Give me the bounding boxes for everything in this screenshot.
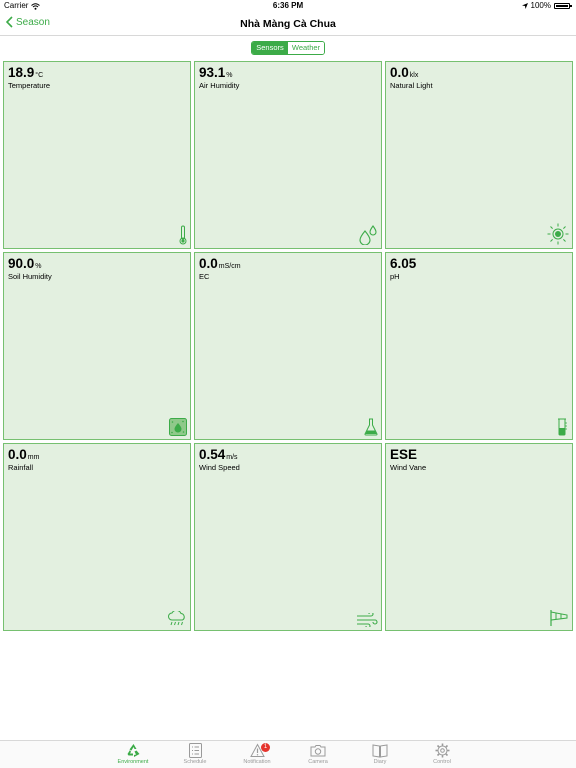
sensor-card-air-humidity[interactable]: 93.1% Air Humidity (194, 61, 382, 249)
tab-environment[interactable]: Environment (108, 743, 158, 765)
tab-label: Schedule (183, 759, 207, 765)
sensor-unit: m/s (226, 454, 238, 461)
thermometer-icon (179, 225, 187, 245)
sensor-card-rainfall[interactable]: 0.0mm Rainfall (3, 443, 191, 631)
tab-control[interactable]: Control (417, 743, 467, 765)
sensor-value: 6.05 (390, 256, 417, 271)
beaker-icon (558, 418, 567, 436)
book-icon (372, 744, 388, 758)
segment-weather[interactable]: Weather (288, 42, 324, 54)
tab-camera[interactable]: Camera (293, 743, 343, 765)
sensor-grid: 18.9°C Temperature 93.1% Air Humidity 0.… (3, 61, 573, 631)
sensor-value: ESE (390, 447, 418, 462)
windsock-icon (550, 610, 568, 626)
sensor-value: 0.54m/s (199, 447, 238, 462)
flask-icon (364, 418, 378, 436)
sensor-label: EC (199, 272, 210, 281)
schedule-list-icon (188, 743, 202, 758)
sensor-unit: °C (35, 72, 44, 79)
sensor-card-soil-humidity[interactable]: 90.0% Soil Humidity (3, 252, 191, 440)
sensor-unit: % (226, 72, 233, 79)
battery-percent: 100% (530, 1, 551, 10)
gear-icon (435, 743, 449, 758)
sensor-unit: mS/cm (218, 263, 241, 270)
page-title: Nhà Màng Cà Chua (240, 18, 336, 30)
notification-badge: 1 (261, 743, 270, 752)
sensor-value: 18.9°C (8, 65, 44, 80)
wind-icon (357, 613, 378, 627)
sensor-label: Wind Vane (390, 463, 427, 472)
sensor-card-natural-light[interactable]: 0.0klx Natural Light (385, 61, 573, 249)
sensor-label: Soil Humidity (8, 272, 52, 281)
sensor-card-ec[interactable]: 0.0mS/cm EC (194, 252, 382, 440)
sensor-value: 0.0mS/cm (199, 256, 241, 271)
status-time: 6:36 PM (272, 1, 304, 10)
sensor-label: Wind Speed (199, 463, 240, 472)
sensor-label: Natural Light (390, 81, 433, 90)
sun-icon (547, 223, 569, 245)
sensor-label: pH (390, 272, 400, 281)
location-arrow-icon (521, 3, 528, 9)
sensor-value: 0.0mm (8, 447, 40, 462)
sensor-value: 90.0% (8, 256, 42, 271)
status-bar: Carrier 6:36 PM 100% (0, 0, 576, 12)
sensor-value: 93.1% (199, 65, 233, 80)
sensor-card-wind-speed[interactable]: 0.54m/s Wind Speed (194, 443, 382, 631)
segment-sensors[interactable]: Sensors (252, 42, 288, 54)
segmented-control: Sensors Weather (251, 41, 325, 55)
navigation-bar: Season Nhà Màng Cà Chua (0, 12, 576, 36)
recycle-icon (127, 744, 139, 757)
tab-notification[interactable]: 1 Notification (232, 743, 282, 765)
sensor-label: Air Humidity (199, 81, 240, 90)
sensor-label: Temperature (8, 81, 51, 90)
soil-moisture-icon (169, 418, 187, 436)
tab-label: Camera (308, 759, 328, 765)
sensor-unit: klx (409, 72, 419, 79)
tab-label: Environment (117, 759, 149, 765)
tab-label: Notification (243, 759, 271, 765)
sensor-label: Rainfall (8, 463, 34, 472)
tab-bar: Environment Schedule 1 Notification Came… (0, 740, 576, 768)
sensor-card-ph[interactable]: 6.05 pH (385, 252, 573, 440)
rain-cloud-icon (168, 611, 185, 626)
camera-icon (310, 745, 326, 757)
sensor-unit: % (35, 263, 42, 270)
sensor-card-temperature[interactable]: 18.9°C Temperature (3, 61, 191, 249)
status-right: 100% (521, 0, 572, 12)
sensor-unit: mm (27, 454, 40, 461)
tab-label: Diary (373, 759, 387, 765)
tab-schedule[interactable]: Schedule (170, 743, 220, 765)
sensor-value: 0.0klx (390, 65, 419, 80)
tab-diary[interactable]: Diary (355, 743, 405, 765)
battery-icon (554, 3, 572, 9)
tab-label: Control (433, 759, 451, 765)
sensor-card-wind-vane[interactable]: ESE Wind Vane (385, 443, 573, 631)
water-drops-icon (359, 225, 377, 245)
